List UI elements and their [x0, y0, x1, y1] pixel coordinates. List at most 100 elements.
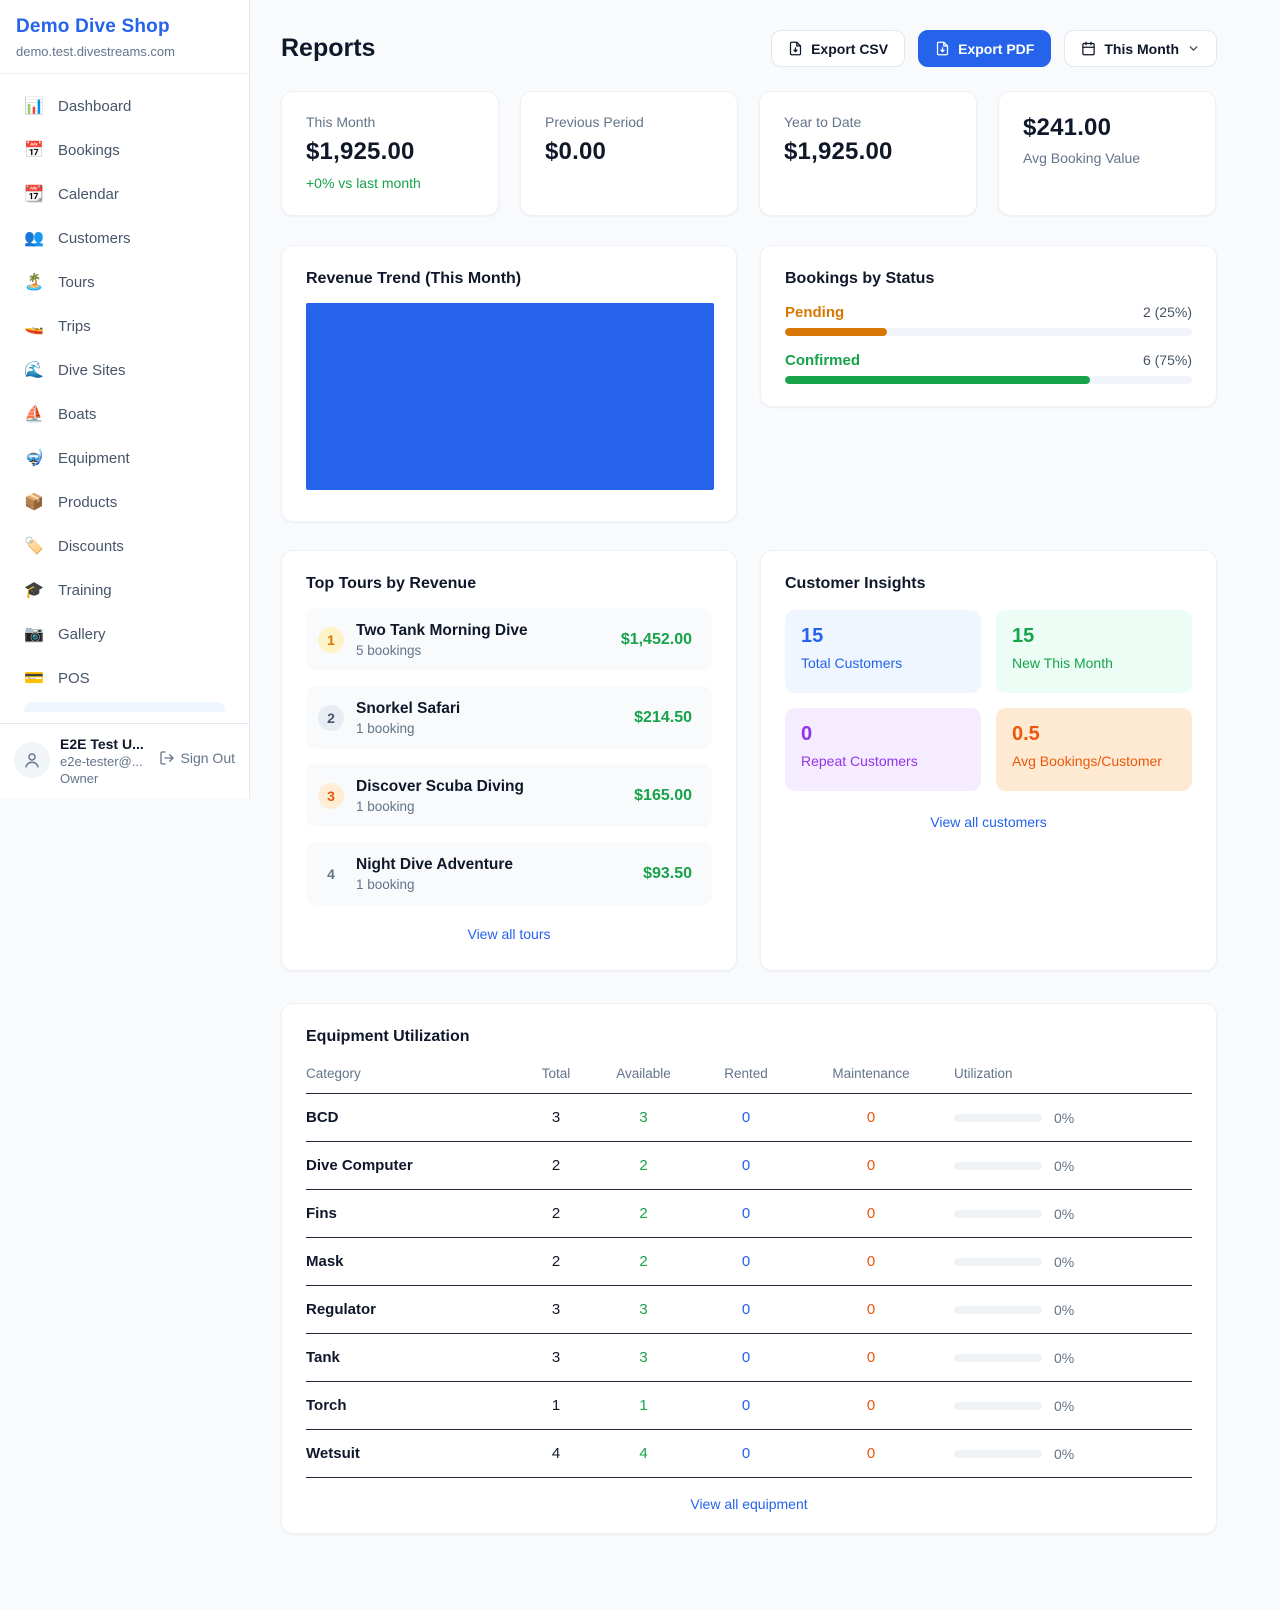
- stat-card-previous-period: Previous Period $0.00: [520, 91, 738, 216]
- main-content: Reports Export CSV Export PDF This Month: [250, 0, 1280, 1534]
- sidebar-item-bookings[interactable]: 📅 Bookings: [12, 130, 237, 170]
- sidebar-item-dashboard[interactable]: 📊 Dashboard: [12, 86, 237, 126]
- equipment-total: 2: [521, 1205, 591, 1222]
- customers-icon: 👥: [24, 228, 44, 248]
- column-header: Utilization: [946, 1066, 1192, 1081]
- page-header: Reports Export CSV Export PDF This Month: [281, 30, 1217, 67]
- export-pdf-button[interactable]: Export PDF: [918, 30, 1051, 67]
- sidebar-item-training[interactable]: 🎓 Training: [12, 570, 237, 610]
- status-bar-track: [785, 376, 1192, 384]
- equipment-total: 4: [521, 1445, 591, 1462]
- tour-bookings: 1 booking: [356, 721, 634, 736]
- insight-tile-total-customers: 15 Total Customers: [785, 610, 981, 693]
- equipment-maintenance: 0: [796, 1397, 946, 1414]
- status-count: 6 (75%): [1143, 352, 1192, 368]
- column-header: Rented: [696, 1066, 796, 1081]
- table-row: Dive Computer 2 2 0 0 0%: [306, 1142, 1192, 1190]
- sidebar-item-trips[interactable]: 🚤 Trips: [12, 306, 237, 346]
- user-email: e2e-tester@...: [60, 754, 149, 769]
- sidebar: Demo Dive Shop demo.test.divestreams.com…: [0, 0, 250, 798]
- calendar-icon: [1081, 41, 1096, 56]
- sidebar-item-tours[interactable]: 🏝️ Tours: [12, 262, 237, 302]
- export-pdf-label: Export PDF: [958, 41, 1034, 57]
- tour-row: 1 Two Tank Morning Dive 5 bookings $1,45…: [306, 608, 712, 671]
- column-header: Available: [591, 1066, 696, 1081]
- table-row: BCD 3 3 0 0 0%: [306, 1094, 1192, 1142]
- tour-bookings: 5 bookings: [356, 643, 621, 658]
- equipment-utilization-card: Equipment Utilization Category Total Ava…: [281, 1003, 1217, 1534]
- sidebar-item-label: Training: [58, 582, 112, 599]
- equipment-maintenance: 0: [796, 1205, 946, 1222]
- equipment-rented: 0: [696, 1205, 796, 1222]
- equipment-category: Fins: [306, 1205, 521, 1222]
- user-info: E2E Test U... e2e-tester@... Owner: [60, 736, 149, 786]
- status-bar-fill: [785, 376, 1090, 384]
- sign-out-button[interactable]: Sign Out: [159, 750, 235, 766]
- sidebar-item-label: Products: [58, 494, 117, 511]
- sidebar-item-label: Equipment: [58, 450, 130, 467]
- utilization-bar: [954, 1354, 1042, 1362]
- sidebar-item-products[interactable]: 📦 Products: [12, 482, 237, 522]
- equipment-available: 2: [591, 1253, 696, 1270]
- sidebar-item-equipment[interactable]: 🤿 Equipment: [12, 438, 237, 478]
- stat-value: $1,925.00: [784, 138, 952, 166]
- sidebar-item-gallery[interactable]: 📷 Gallery: [12, 614, 237, 654]
- sidebar-item-label: Trips: [58, 318, 91, 335]
- equipment-total: 1: [521, 1397, 591, 1414]
- stat-cards: This Month $1,925.00 +0% vs last month P…: [281, 91, 1217, 216]
- utilization-pct: 0%: [1054, 1302, 1074, 1318]
- sidebar-item-customers[interactable]: 👥 Customers: [12, 218, 237, 258]
- customer-insights-card: Customer Insights 15 Total Customers 15 …: [760, 550, 1217, 971]
- stat-label: Avg Booking Value: [1023, 150, 1191, 166]
- tour-name: Night Dive Adventure: [356, 856, 643, 874]
- export-csv-button[interactable]: Export CSV: [771, 30, 905, 67]
- equipment-category: Torch: [306, 1397, 521, 1414]
- tour-name: Two Tank Morning Dive: [356, 622, 621, 640]
- table-row: Tank 3 3 0 0 0%: [306, 1334, 1192, 1382]
- top-tours-card: Top Tours by Revenue 1 Two Tank Morning …: [281, 550, 737, 971]
- shop-header: Demo Dive Shop demo.test.divestreams.com: [0, 0, 249, 74]
- table-row: Torch 1 1 0 0 0%: [306, 1382, 1192, 1430]
- stat-label: Year to Date: [784, 114, 952, 130]
- view-all-tours-link[interactable]: View all tours: [306, 926, 712, 942]
- dive-sites-icon: 🌊: [24, 360, 44, 380]
- insight-value: 15: [801, 625, 965, 648]
- user-role: Owner: [60, 771, 149, 786]
- table-row: Wetsuit 4 4 0 0 0%: [306, 1430, 1192, 1478]
- tour-bookings: 1 booking: [356, 799, 634, 814]
- view-all-equipment-link[interactable]: View all equipment: [306, 1496, 1192, 1512]
- status-bar-fill: [785, 328, 887, 336]
- insight-tile-repeat-customers: 0 Repeat Customers: [785, 708, 981, 791]
- sidebar-item-discounts[interactable]: 🏷️ Discounts: [12, 526, 237, 566]
- equipment-total: 2: [521, 1157, 591, 1174]
- sidebar-item-dive-sites[interactable]: 🌊 Dive Sites: [12, 350, 237, 390]
- sidebar-item-calendar[interactable]: 📆 Calendar: [12, 174, 237, 214]
- revenue-trend-card: Revenue Trend (This Month): [281, 245, 737, 522]
- rank-badge: 3: [318, 783, 344, 809]
- person-icon: [23, 751, 41, 769]
- table-row: Fins 2 2 0 0 0%: [306, 1190, 1192, 1238]
- stat-value: $241.00: [1023, 114, 1191, 142]
- utilization-bar: [954, 1258, 1042, 1266]
- sidebar-nav: 📊 Dashboard 📅 Bookings 📆 Calendar 👥 Cust…: [0, 74, 249, 723]
- sidebar-item-reports-partial[interactable]: [24, 702, 225, 712]
- insight-label: New This Month: [1012, 655, 1176, 671]
- equipment-maintenance: 0: [796, 1349, 946, 1366]
- equipment-rented: 0: [696, 1349, 796, 1366]
- equipment-total: 2: [521, 1253, 591, 1270]
- sidebar-item-label: Tours: [58, 274, 95, 291]
- utilization-pct: 0%: [1054, 1446, 1074, 1462]
- sidebar-item-label: Calendar: [58, 186, 119, 203]
- view-all-customers-link[interactable]: View all customers: [785, 814, 1192, 830]
- utilization-bar: [954, 1114, 1042, 1122]
- sidebar-item-label: Boats: [58, 406, 96, 423]
- equipment-available: 2: [591, 1205, 696, 1222]
- boats-icon: ⛵: [24, 404, 44, 424]
- period-select[interactable]: This Month: [1064, 30, 1217, 67]
- equipment-utilization-title: Equipment Utilization: [306, 1028, 1192, 1046]
- sidebar-item-pos[interactable]: 💳 POS: [12, 658, 237, 698]
- equipment-maintenance: 0: [796, 1109, 946, 1126]
- shop-name: Demo Dive Shop: [16, 16, 233, 38]
- sidebar-item-boats[interactable]: ⛵ Boats: [12, 394, 237, 434]
- column-header: Category: [306, 1066, 521, 1081]
